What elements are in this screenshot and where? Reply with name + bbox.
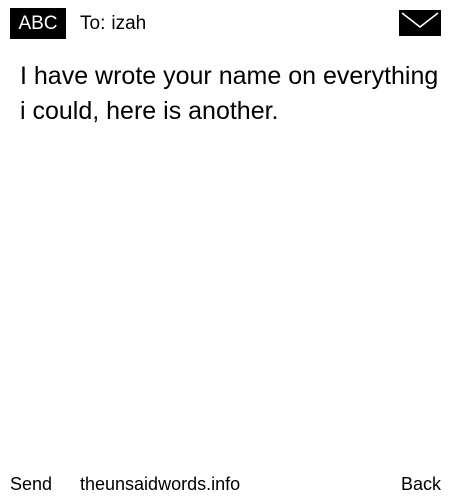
recipient-field[interactable]: To: izah: [80, 8, 146, 39]
site-credit: theunsaidwords.info: [80, 474, 241, 494]
message-body: I have wrote your name on everything i c…: [20, 62, 439, 125]
recipient-label: To:: [80, 13, 106, 34]
softkey-bar: Send theunsaidwords.info Back: [0, 470, 450, 498]
recipient-name: izah: [111, 13, 147, 34]
back-button[interactable]: Back: [401, 470, 441, 498]
send-button[interactable]: Send: [10, 470, 52, 498]
envelope-icon[interactable]: [399, 10, 441, 36]
message-header: ABC To: izah: [0, 0, 450, 44]
input-mode-badge[interactable]: ABC: [10, 8, 66, 39]
